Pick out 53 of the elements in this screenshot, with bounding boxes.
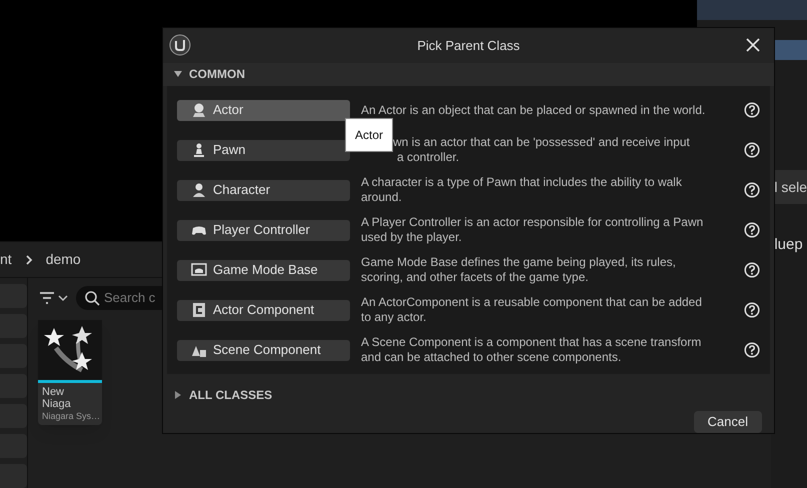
class-icon — [191, 182, 207, 198]
class-description: An ActorComponent is a reusable component that can be added — [361, 295, 702, 310]
class-button[interactable]: Scene Component — [177, 340, 350, 361]
class-button[interactable]: Player Controller — [177, 220, 350, 241]
button-label: l sele — [774, 178, 807, 196]
help-icon[interactable] — [744, 182, 760, 198]
class-icon — [191, 262, 207, 278]
class-button[interactable]: Pawn — [177, 140, 350, 161]
class-button[interactable]: Actor — [177, 100, 350, 121]
class-button[interactable]: Character — [177, 180, 350, 201]
class-button[interactable]: Actor Component — [177, 300, 350, 321]
engine-logo-icon — [169, 34, 191, 56]
class-button[interactable]: Game Mode Base — [177, 260, 350, 281]
class-description: wn is an actor that can be 'possessed' and receive input — [393, 135, 690, 150]
class-description: A Player Controller is an actor responsible for controlling a Pawn — [361, 215, 704, 230]
asset-type: Niagara Sys… — [42, 410, 98, 422]
class-description: around. — [361, 190, 402, 204]
help-icon[interactable] — [744, 302, 760, 318]
help-icon[interactable] — [744, 102, 760, 118]
section-header[interactable]: COMMON — [163, 65, 245, 84]
asset-name: Niaga — [42, 398, 72, 410]
section-header[interactable]: ALL CLASSES — [163, 386, 272, 404]
class-description: A Scene Component is a component that has a scene transform — [361, 335, 702, 350]
disclosure-triangle-icon — [173, 69, 183, 80]
class-description: A character is a type of Pawn that includes the ability to walk — [361, 175, 682, 190]
panel-text: luep — [774, 236, 803, 253]
class-description: and can be attached to other scene components. — [361, 350, 622, 364]
close-icon[interactable] — [746, 38, 760, 52]
class-icon — [191, 142, 207, 158]
class-description: a controller. — [397, 150, 460, 164]
asset-tile[interactable]: New Niaga Niagara Sys… — [38, 320, 102, 425]
class-description: scoring, and other facets of the game type. — [361, 270, 588, 284]
asset-name: New — [42, 386, 66, 398]
chevron-icon — [24, 254, 34, 266]
class-icon — [191, 302, 207, 318]
tooltip: Actor — [345, 118, 393, 152]
help-icon[interactable] — [744, 342, 760, 358]
cancel-button[interactable]: Cancel — [694, 411, 762, 433]
breadcrumb-item[interactable]: nt — [0, 249, 12, 270]
help-icon[interactable] — [744, 142, 760, 158]
breadcrumb-item[interactable]: demo — [46, 249, 81, 270]
disclosure-triangle-icon — [173, 390, 183, 400]
class-description: Game Mode Base defines the game being played, its rules, — [361, 255, 676, 270]
help-icon[interactable] — [744, 222, 760, 238]
class-description: to any actor. — [361, 310, 426, 324]
dialog-title: Pick Parent Class — [416, 36, 521, 55]
class-icon — [191, 102, 207, 118]
asset-type-bar — [38, 380, 102, 383]
class-description: used by the player. — [361, 230, 462, 244]
search-icon — [84, 290, 100, 306]
filter-icon[interactable] — [38, 291, 68, 305]
class-description: An Actor is an object that can be placed or spawned in the world. — [361, 102, 706, 117]
help-icon[interactable] — [744, 262, 760, 278]
